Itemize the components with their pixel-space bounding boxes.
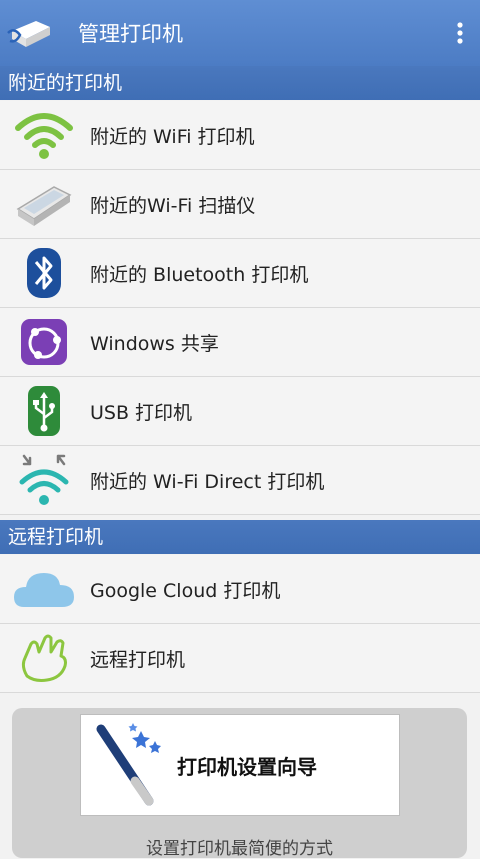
list-item-usb-printer[interactable]: USB 打印机 [0,377,480,446]
app-title: 管理打印机 [78,22,183,46]
nearby-printer-list: 附近的 WiFi 打印机 附近的Wi-Fi 扫描仪 附近的 Bluetooth … [0,101,480,515]
list-item-remote-printer[interactable]: 远程打印机 [0,624,480,693]
list-item-label: 附近的Wi-Fi 扫描仪 [90,194,256,217]
list-item-wifi-scanner[interactable]: 附近的Wi-Fi 扫描仪 [0,170,480,239]
section-header-nearby: 附近的打印机 [0,66,480,100]
list-item-wifi-direct-printer[interactable]: 附近的 Wi-Fi Direct 打印机 [0,446,480,515]
wizard-label: 打印机设置向导 [177,754,317,779]
list-item-label: 附近的 WiFi 打印机 [90,125,255,148]
remote-printer-list: Google Cloud 打印机 远程打印机 [0,555,480,693]
magic-wand-icon [89,719,167,811]
hand-icon [12,626,76,690]
list-item-label: 远程打印机 [90,648,186,671]
scanner-icon [12,172,76,236]
list-item-label: Google Cloud 打印机 [90,579,281,602]
printer-setup-wizard-button[interactable]: 打印机设置向导 [80,714,400,816]
cloud-icon [12,557,76,621]
list-item-label: Windows 共享 [90,332,219,355]
section-header-remote: 远程打印机 [0,520,480,554]
wizard-panel: 打印机设置向导 设置打印机最简便的方式 [12,708,467,859]
list-item-bluetooth-printer[interactable]: 附近的 Bluetooth 打印机 [0,239,480,308]
list-item-label: USB 打印机 [90,401,193,424]
wizard-tagline: 设置打印机最简便的方式 [146,839,333,859]
windows-share-icon [12,310,76,374]
app-bar: 管理打印机 [0,0,480,66]
list-item-label: 附近的 Wi-Fi Direct 打印机 [90,470,325,493]
wifi-direct-icon [12,448,76,512]
list-item-wifi-printer[interactable]: 附近的 WiFi 打印机 [0,101,480,170]
usb-icon [12,379,76,443]
bluetooth-icon [12,241,76,305]
list-item-label: 附近的 Bluetooth 打印机 [90,263,309,286]
list-item-google-cloud-printer[interactable]: Google Cloud 打印机 [0,555,480,624]
wifi-icon [12,103,76,167]
printer-hand-icon[interactable] [4,10,56,56]
list-item-windows-share[interactable]: Windows 共享 [0,308,480,377]
overflow-menu-icon[interactable] [440,0,480,66]
